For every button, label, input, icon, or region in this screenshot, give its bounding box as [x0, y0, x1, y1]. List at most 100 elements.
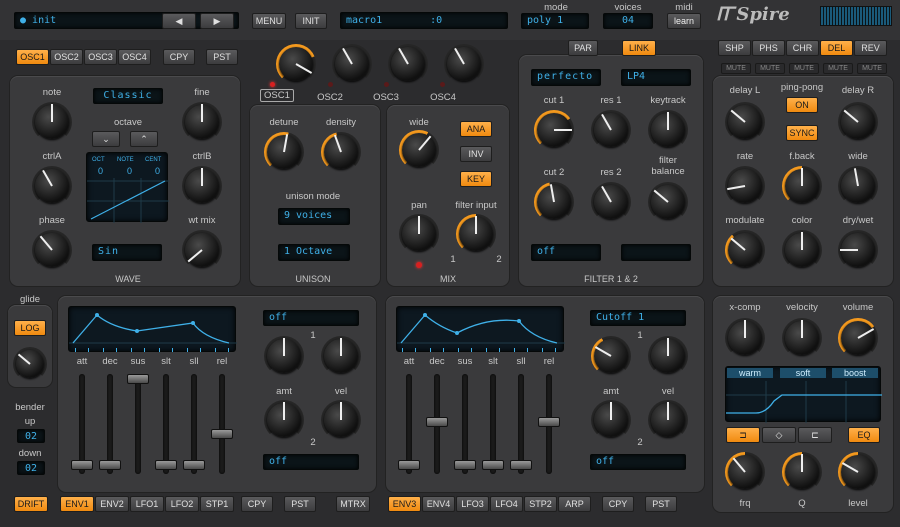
mode-display[interactable]: poly 1 [521, 13, 589, 29]
osc2-level-knob[interactable] [332, 44, 372, 84]
env-left-amt2-knob[interactable] [264, 400, 304, 440]
drywet-knob[interactable] [838, 230, 878, 270]
matrix-button[interactable]: MTRX [336, 496, 370, 512]
env-left-vel-knob[interactable] [321, 336, 361, 376]
xcomp-knob[interactable] [725, 318, 765, 358]
balance-knob[interactable] [648, 182, 688, 222]
octave-down-button[interactable]: ⌄ [92, 131, 120, 147]
osc-copy-button[interactable]: CPY [163, 49, 195, 65]
fx-mute-0[interactable]: MUTE [721, 63, 751, 74]
note-knob[interactable] [32, 102, 72, 142]
env-left-tab-lfo2[interactable]: LFO2 [165, 496, 199, 512]
env-left-slt-fader[interactable] [155, 460, 177, 470]
cent-value[interactable]: 0 [155, 166, 160, 176]
fx-tab-chr[interactable]: CHR [786, 40, 819, 56]
env-left-vel2-knob[interactable] [321, 400, 361, 440]
par-button[interactable]: PAR [568, 40, 598, 56]
fx-mute-1[interactable]: MUTE [755, 63, 785, 74]
wtmix-knob[interactable] [182, 230, 222, 270]
pan-knob[interactable] [399, 214, 439, 254]
ctrlB-knob[interactable] [182, 166, 222, 206]
wide-knob[interactable] [399, 130, 439, 170]
res1-knob[interactable] [591, 110, 631, 150]
bender-up-display[interactable]: 02 [17, 429, 45, 443]
osc3-level-knob[interactable] [388, 44, 428, 84]
eq-lowshelf-button[interactable]: ⊐ [726, 427, 760, 443]
env-left-amt-knob[interactable] [264, 336, 304, 376]
env-left-tab-lfo1[interactable]: LFO1 [130, 496, 164, 512]
env-right-dec-fader[interactable] [426, 417, 448, 427]
env-right-tab-stp2[interactable]: STP2 [524, 496, 557, 512]
env-left-paste-button[interactable]: PST [284, 496, 316, 512]
env-left-tab-env2[interactable]: ENV2 [95, 496, 129, 512]
env-right-tab-lfo3[interactable]: LFO3 [456, 496, 489, 512]
fx-mute-2[interactable]: MUTE [789, 63, 819, 74]
env-left-rel-fader[interactable] [211, 429, 233, 439]
eq-soft-tab[interactable]: soft [780, 368, 826, 378]
next-preset-button[interactable]: ▶ [200, 13, 234, 29]
sync-button[interactable]: SYNC [786, 125, 818, 141]
delay-wide-knob[interactable] [838, 166, 878, 206]
rate-knob[interactable] [725, 166, 765, 206]
filter1-type-display[interactable]: perfecto [531, 69, 601, 86]
fback-knob[interactable] [782, 166, 822, 206]
tab-osc2[interactable]: OSC2 [50, 49, 83, 65]
drift-button[interactable]: DRIFT [14, 496, 48, 512]
env-right-tab-arp[interactable]: ARP [558, 496, 591, 512]
detune-knob[interactable] [264, 132, 304, 172]
env-right-vel-knob[interactable] [648, 336, 688, 376]
learn-button[interactable]: learn [667, 13, 701, 29]
env-right-paste-button[interactable]: PST [645, 496, 677, 512]
velocity-knob[interactable] [782, 318, 822, 358]
tab-osc4[interactable]: OSC4 [118, 49, 151, 65]
level-knob[interactable] [838, 452, 878, 492]
env-left-tab-stp1[interactable]: STP1 [200, 496, 234, 512]
env-left-copy-button[interactable]: CPY [241, 496, 273, 512]
filter1-mode-display[interactable]: off [531, 244, 601, 261]
bender-down-display[interactable]: 02 [17, 461, 45, 475]
q-knob[interactable] [782, 452, 822, 492]
env-left-att-fader[interactable] [71, 460, 93, 470]
env-right-tab-env4[interactable]: ENV4 [422, 496, 455, 512]
env-right-dest2[interactable]: off [590, 454, 686, 470]
filter2-type-display[interactable]: LP4 [621, 69, 691, 86]
octave-up-button[interactable]: ⌃ [130, 131, 158, 147]
env-left-tab-env1[interactable]: ENV1 [60, 496, 94, 512]
env-right-vel2-knob[interactable] [648, 400, 688, 440]
menu-button[interactable]: MENU [252, 13, 286, 29]
inv-button[interactable]: INV [460, 146, 492, 162]
fine-knob[interactable] [182, 102, 222, 142]
init-button[interactable]: INIT [295, 13, 327, 29]
macro-display[interactable]: macro1:0 [340, 12, 508, 29]
wave-display[interactable]: Sin [92, 244, 162, 261]
env-right-tab-env3[interactable]: ENV3 [388, 496, 421, 512]
env-right-slt-fader[interactable] [482, 460, 504, 470]
env-right-copy-button[interactable]: CPY [602, 496, 634, 512]
eq-button[interactable]: EQ [848, 427, 880, 443]
unison-octave-display[interactable]: 1 Octave [278, 244, 350, 261]
fx-tab-shp[interactable]: SHP [718, 40, 751, 56]
unison-voices-display[interactable]: 9 voices [278, 208, 350, 225]
log-button[interactable]: LOG [14, 320, 46, 336]
phase-knob[interactable] [32, 230, 72, 270]
fx-tab-del[interactable]: DEL [820, 40, 853, 56]
eq-warm-tab[interactable]: warm [727, 368, 773, 378]
fx-mute-4[interactable]: MUTE [857, 63, 887, 74]
osc1-level-knob[interactable] [276, 44, 316, 84]
env-right-amt-knob[interactable] [591, 336, 631, 376]
pingpong-on-button[interactable]: ON [786, 97, 818, 113]
color-knob[interactable] [782, 230, 822, 270]
ana-button[interactable]: ANA [460, 121, 492, 137]
env-right-sll-fader[interactable] [510, 460, 532, 470]
tab-osc1[interactable]: OSC1 [16, 49, 49, 65]
env-right-rel-fader[interactable] [538, 417, 560, 427]
oct-value[interactable]: 0 [98, 166, 103, 176]
env-right-dest1[interactable]: Cutoff 1 [590, 310, 686, 326]
link-button[interactable]: LINK [622, 40, 656, 56]
eq-highshelf-button[interactable]: ⊏ [798, 427, 832, 443]
delayL-knob[interactable] [725, 102, 765, 142]
filter2-mode-display[interactable] [621, 244, 691, 261]
env-left-sll-fader[interactable] [183, 460, 205, 470]
cut2-knob[interactable] [534, 182, 574, 222]
fx-mute-3[interactable]: MUTE [823, 63, 853, 74]
